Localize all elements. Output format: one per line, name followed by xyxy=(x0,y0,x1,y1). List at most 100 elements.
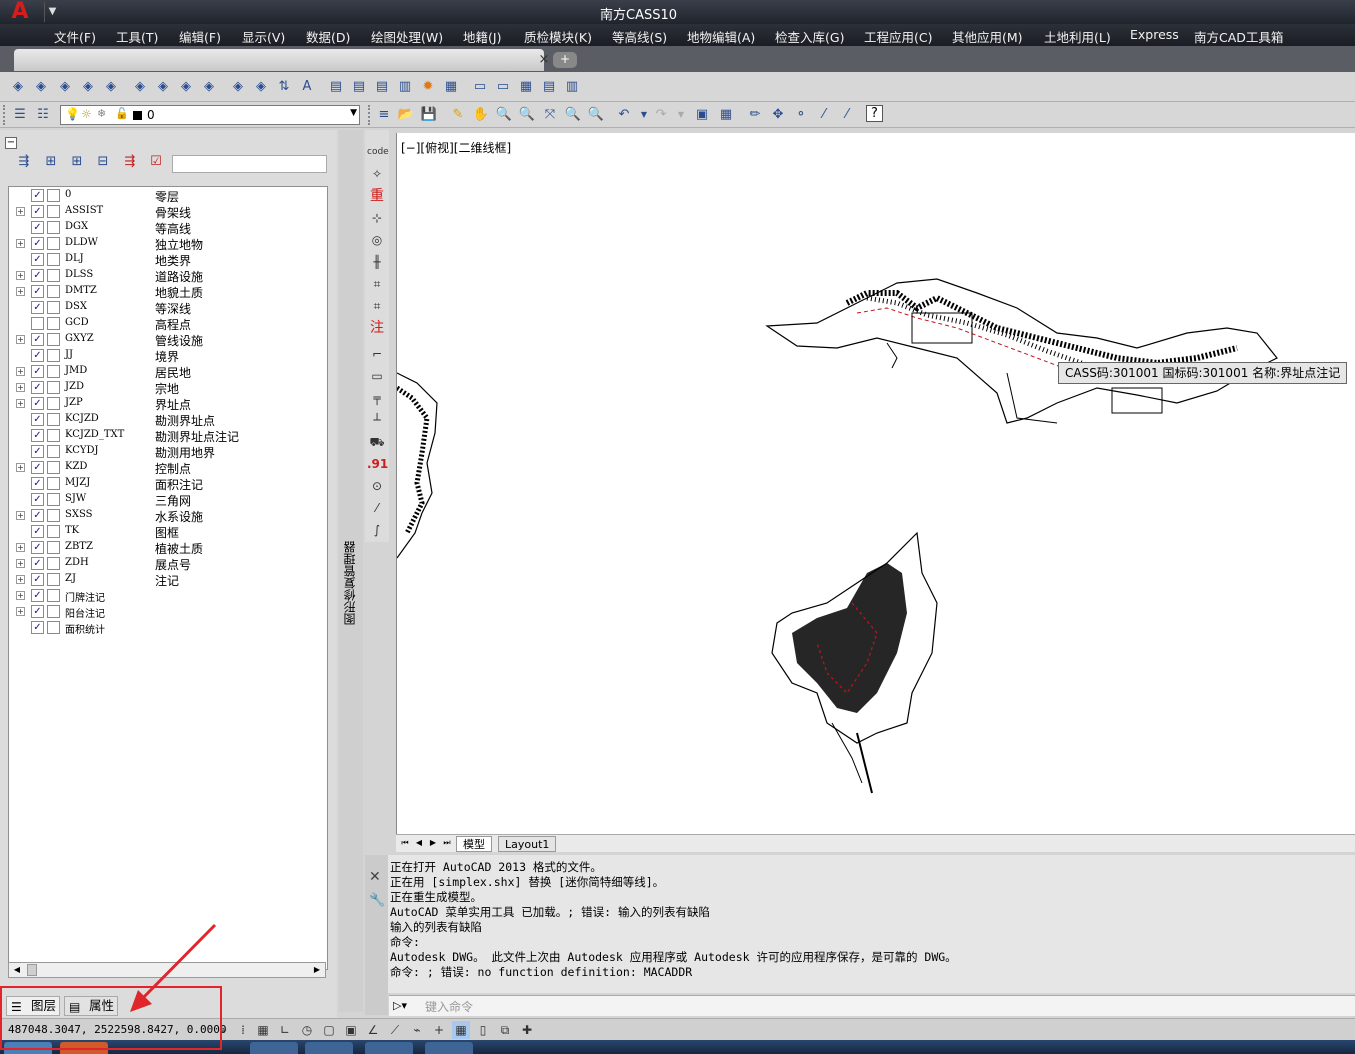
prev-layout-icon[interactable]: ◀ xyxy=(414,837,424,849)
text-style-icon[interactable]: A xyxy=(297,77,317,97)
car-icon[interactable]: ⛟ xyxy=(367,432,387,452)
grid-icon[interactable]: ▦ xyxy=(516,77,536,97)
settings-icon[interactable]: ✹ xyxy=(418,77,438,97)
print-icon[interactable]: ▭ xyxy=(470,77,490,97)
layer-visible-checkbox[interactable]: ✓ xyxy=(31,429,44,442)
dimension-icon[interactable]: ┴ xyxy=(367,410,387,430)
object-snap-icon[interactable]: ▢ xyxy=(320,1021,338,1039)
layer-lock-checkbox[interactable] xyxy=(47,605,60,618)
layer-lock-checkbox[interactable] xyxy=(47,461,60,474)
layer-visible-checkbox[interactable]: ✓ xyxy=(31,253,44,266)
import-icon[interactable]: ▤ xyxy=(349,77,369,97)
layer-row[interactable]: + ✓ DLSS 道路设施 xyxy=(9,268,327,284)
layer-lock-checkbox[interactable] xyxy=(47,333,60,346)
grid-display-icon[interactable]: ▦ xyxy=(254,1021,272,1039)
node-icon[interactable]: ⚬ xyxy=(791,105,811,125)
node-grid-icon[interactable]: ⊹ xyxy=(367,208,387,228)
menu-file[interactable]: 文件(F) xyxy=(54,27,96,46)
layer-visible-checkbox[interactable] xyxy=(31,317,44,330)
layer-visible-checkbox[interactable]: ✓ xyxy=(31,477,44,490)
layer-visible-checkbox[interactable]: ✓ xyxy=(31,573,44,586)
layer-lock-checkbox[interactable] xyxy=(47,493,60,506)
design-center-icon[interactable]: ▦ xyxy=(716,105,736,125)
layer-visible-checkbox[interactable]: ✓ xyxy=(31,493,44,506)
layer-visible-checkbox[interactable]: ✓ xyxy=(31,285,44,298)
layer-visible-checkbox[interactable]: ✓ xyxy=(31,605,44,618)
menu-cad-toolbox[interactable]: 南方CAD工具箱 xyxy=(1194,27,1283,46)
wrench-icon[interactable]: 🔧 xyxy=(369,893,385,908)
expand-icon[interactable]: + xyxy=(16,367,25,376)
layer-row[interactable]: + ✓ ZBTZ 植被土质 xyxy=(9,540,327,556)
zoom-object-icon[interactable]: 🔍 xyxy=(586,105,606,125)
dynamic-ucs-icon[interactable]: ⟋ xyxy=(386,1021,404,1039)
move-icon[interactable]: ✥ xyxy=(768,105,788,125)
feature-edit-icon[interactable]: ◈ xyxy=(199,77,219,97)
check-mark-icon[interactable]: ☑ xyxy=(146,152,166,172)
close-icon[interactable]: ✕ xyxy=(369,869,381,885)
toolbar-grip[interactable] xyxy=(368,105,372,125)
camera-icon[interactable]: ◎ xyxy=(367,230,387,250)
layer-row[interactable]: ✓ DSX 等深线 xyxy=(9,300,327,316)
layer-row[interactable]: ✓ KCJZD_TXT 勘测界址点注记 xyxy=(9,428,327,444)
expand-icon[interactable]: + xyxy=(16,239,25,248)
scroll-left-icon[interactable]: ◀ xyxy=(10,964,24,976)
layer-row[interactable]: ✓ KCYDJ 勘测用地界 xyxy=(9,444,327,460)
scrollbar-thumb[interactable] xyxy=(27,964,37,976)
taskbar-app-cad[interactable] xyxy=(365,1042,413,1054)
layer-visible-checkbox[interactable]: ✓ xyxy=(31,221,44,234)
code-query-icon[interactable]: code xyxy=(367,142,389,162)
layer-row[interactable]: ✓ 0 零层 xyxy=(9,188,327,204)
taskbar-app-chrome[interactable] xyxy=(250,1042,298,1054)
fence-icon[interactable]: ╤ xyxy=(367,388,387,408)
infer-constraints-icon[interactable]: ⌖ xyxy=(214,1021,232,1039)
command-prompt-icon[interactable]: ▷▾ xyxy=(393,999,407,1012)
xy-query-icon[interactable]: ⌗ xyxy=(367,274,387,294)
menu-edit[interactable]: 编辑(F) xyxy=(179,27,221,46)
layer-lock-checkbox[interactable] xyxy=(47,349,60,362)
expand-icon[interactable]: + xyxy=(16,511,25,520)
layer-lock-checkbox[interactable] xyxy=(47,413,60,426)
save-icon[interactable]: 💾 xyxy=(419,105,439,125)
layer-row[interactable]: + ✓ JMD 居民地 xyxy=(9,364,327,380)
zoom-previous-icon[interactable]: 🔍 xyxy=(563,105,583,125)
tab-layout1[interactable]: Layout1 xyxy=(498,836,557,852)
menu-express[interactable]: Express xyxy=(1130,27,1179,42)
menu-tools[interactable]: 工具(T) xyxy=(116,27,158,46)
close-icon[interactable]: × xyxy=(534,52,554,72)
layer-tool-4-icon[interactable]: ⊟ xyxy=(93,152,113,172)
eraser-icon[interactable]: ✎ xyxy=(448,105,468,125)
feature-select-icon[interactable]: ◈ xyxy=(153,77,173,97)
layer-visible-checkbox[interactable]: ✓ xyxy=(31,349,44,362)
layer-lock-checkbox[interactable] xyxy=(47,557,60,570)
command-window-grip[interactable]: ✕ 🔧 xyxy=(365,855,388,1015)
layer-row[interactable]: + ✓ DMTZ 地貌土质 xyxy=(9,284,327,300)
chevron-down-icon[interactable]: ▼ xyxy=(350,108,357,118)
layer-row[interactable]: + ✓ DLDW 独立地物 xyxy=(9,236,327,252)
command-input[interactable]: ▷▾ 键入命令 xyxy=(389,995,1355,1016)
layer-row[interactable]: ✓ DGX 等高线 xyxy=(9,220,327,236)
chart-icon[interactable]: ▥ xyxy=(395,77,415,97)
taskbar-app-other[interactable] xyxy=(425,1042,473,1054)
feature-query-icon[interactable]: ◈ xyxy=(130,77,150,97)
menu-view[interactable]: 显示(V) xyxy=(242,27,285,46)
layer-row[interactable]: ✓ DLJ 地类界 xyxy=(9,252,327,268)
feature-filter-icon[interactable]: ◈ xyxy=(176,77,196,97)
layer-search-input[interactable] xyxy=(172,155,327,173)
curve-icon[interactable]: ∫ xyxy=(367,520,387,540)
menu-data[interactable]: 数据(D) xyxy=(306,27,350,46)
feature-tag-icon[interactable]: ✧ xyxy=(367,164,387,184)
layer-lock-checkbox[interactable] xyxy=(47,253,60,266)
quick-properties-icon[interactable]: ▯ xyxy=(474,1021,492,1039)
layer-visible-checkbox[interactable]: ✓ xyxy=(31,589,44,602)
barcode-icon[interactable]: ▥ xyxy=(562,77,582,97)
new-tab-button[interactable]: + xyxy=(553,52,577,68)
ruler-icon[interactable]: ╫ xyxy=(367,252,387,272)
layer-visible-checkbox[interactable]: ✓ xyxy=(31,397,44,410)
tab-model[interactable]: 模型 xyxy=(456,836,492,852)
expand-icon[interactable]: + xyxy=(16,207,25,216)
object-tracking-icon[interactable]: ∠ xyxy=(364,1021,382,1039)
measure-query-icon[interactable]: ⌗ xyxy=(367,296,387,316)
tab-properties[interactable]: ▤ 属性 xyxy=(64,996,118,1016)
layer-lock-checkbox[interactable] xyxy=(47,317,60,330)
properties-palette-icon[interactable]: ▣ xyxy=(692,105,712,125)
